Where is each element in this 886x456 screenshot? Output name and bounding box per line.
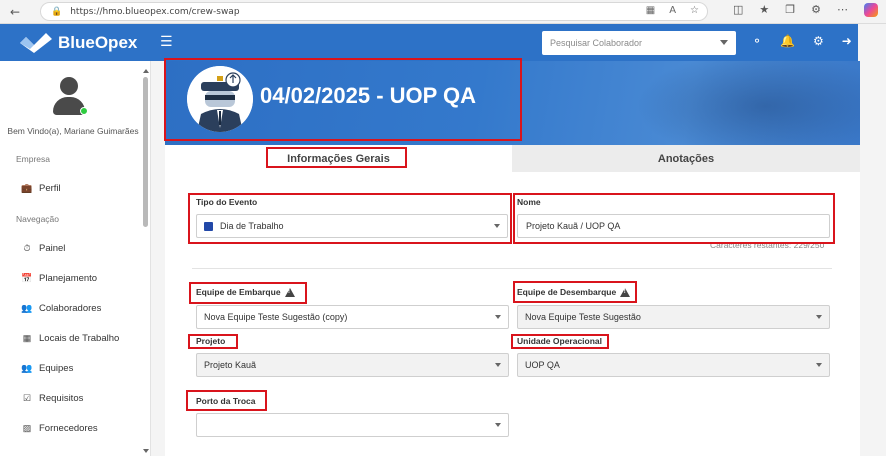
brand-name: BlueOpex	[58, 32, 138, 52]
welcome-text: Bem Vindo(a), Mariane Guimarães	[7, 126, 139, 136]
chevron-down-icon	[816, 315, 822, 319]
menu-toggle-icon[interactable]: ☰	[160, 34, 173, 50]
tab-bar: Informações Gerais Anotações	[165, 145, 860, 172]
tipo-evento-select[interactable]: Dia de Trabalho	[196, 214, 508, 238]
unidade-select[interactable]: UOP QA	[517, 353, 830, 377]
calendar-icon: 📅	[21, 273, 33, 283]
users-icon: 👥	[21, 303, 33, 313]
sidebar-item-requisitos[interactable]: ☑ Requisitos	[22, 393, 83, 404]
tipo-evento-label: Tipo do Evento	[196, 197, 258, 207]
chevron-down-icon	[495, 363, 501, 367]
warning-icon	[620, 287, 631, 297]
equipe-embarque-label: Equipe de Embarque	[196, 287, 295, 297]
copilot-icon[interactable]	[864, 3, 878, 17]
avatar[interactable]	[52, 77, 88, 117]
projeto-value: Projeto Kauã	[204, 360, 257, 370]
team-icon: 👥	[21, 363, 33, 373]
section-company: Empresa	[16, 154, 51, 164]
scroll-thumb[interactable]	[143, 77, 148, 227]
browser-toolbar: ← 🔒 https://hmo.blueopex.com/crew-swap ▦…	[0, 0, 886, 24]
sidebar-item-equipes[interactable]: 👥 Equipes	[21, 363, 74, 374]
projeto-select[interactable]: Projeto Kauã	[196, 353, 509, 377]
section-navigation: Navegação	[16, 214, 60, 224]
search-placeholder: Pesquisar Colaborador	[550, 38, 643, 48]
equipe-embarque-select[interactable]: Nova Equipe Teste Sugestão (copy)	[196, 305, 509, 329]
dashboard-icon: ⏱	[23, 243, 31, 253]
equipe-desembarque-label: Equipe de Desembarque	[517, 287, 631, 297]
warning-icon	[284, 287, 295, 297]
bell-icon[interactable]: 🔔	[780, 34, 795, 48]
tipo-evento-value: Dia de Trabalho	[220, 221, 284, 231]
unidade-label: Unidade Operacional	[517, 336, 603, 346]
read-aloud-icon[interactable]: A	[669, 5, 676, 16]
sidebar-item-label: Requisitos	[39, 393, 84, 404]
nome-input[interactable]: Projeto Kauã / UOP QA	[517, 214, 830, 238]
app-available-icon[interactable]: ▦	[646, 5, 655, 16]
sidebar-scrollbar[interactable]	[143, 69, 149, 453]
projeto-label: Projeto	[196, 336, 226, 346]
chevron-down-icon	[720, 40, 728, 45]
sidebar-item-label: Equipes	[39, 363, 74, 374]
tab-anotacoes[interactable]: Anotações	[512, 145, 860, 172]
page-title: 04/02/2025 - UOP QA	[260, 83, 477, 108]
equipe-embarque-value: Nova Equipe Teste Sugestão (copy)	[204, 312, 348, 322]
extensions-icon[interactable]: ⚙	[811, 3, 821, 17]
unidade-value: UOP QA	[525, 360, 560, 370]
brand-logo[interactable]: BlueOpex	[18, 32, 138, 53]
scroll-down-icon[interactable]	[143, 449, 149, 453]
equipe-desembarque-select[interactable]: Nova Equipe Teste Sugestão	[517, 305, 830, 329]
sidebar-item-label: Fornecedores	[39, 423, 98, 434]
building-icon: ▦	[22, 333, 32, 343]
sidebar-item-label: Planejamento	[39, 273, 98, 284]
sidebar-item-painel[interactable]: ⏱ Painel	[22, 243, 65, 254]
equipe-desembarque-label-text: Equipe de Desembarque	[517, 287, 617, 297]
main-content: 04/02/2025 - UOP QA Informações Gerais A…	[165, 61, 860, 456]
collections-icon[interactable]: ❐	[785, 3, 795, 17]
chevron-down-icon	[816, 363, 822, 367]
truck-icon: ▨	[22, 423, 32, 433]
support-icon[interactable]: ⚬	[752, 34, 762, 48]
logout-icon[interactable]: ➜	[842, 34, 852, 48]
chars-remaining: Caracteres restantes: 229/250	[710, 240, 825, 250]
sidebar-item-label: Colaboradores	[39, 303, 102, 314]
tab-informacoes-gerais[interactable]: Informações Gerais	[165, 145, 512, 172]
sidebar-item-label: Painel	[39, 243, 66, 254]
equipe-embarque-label-text: Equipe de Embarque	[196, 287, 281, 297]
gear-icon[interactable]: ⚙	[813, 34, 824, 48]
briefcase-icon: 💼	[21, 183, 33, 193]
url-text: https://hmo.blueopex.com/crew-swap	[70, 6, 240, 17]
event-banner: 04/02/2025 - UOP QA	[165, 61, 860, 145]
app-header: BlueOpex ☰ Pesquisar Colaborador ⚬ 🔔 ⚙ ➜	[0, 24, 858, 61]
checkbox-icon: ☑	[22, 393, 32, 403]
sidebar-item-colaboradores[interactable]: 👥 Colaboradores	[21, 303, 102, 314]
address-bar[interactable]: 🔒 https://hmo.blueopex.com/crew-swap ▦ A…	[40, 2, 708, 21]
chevron-down-icon	[494, 224, 500, 228]
sidebar-item-label: Perfil	[39, 183, 61, 194]
sidebar-item-planejamento[interactable]: 📅 Planejamento	[21, 273, 98, 284]
more-menu-icon[interactable]: ⋯	[837, 3, 848, 17]
event-color-swatch	[204, 221, 213, 231]
sidebar-item-perfil[interactable]: 💼 Perfil	[21, 183, 61, 194]
porto-label: Porto da Troca	[196, 396, 256, 406]
sidebar-item-locais[interactable]: ▦ Locais de Trabalho	[22, 333, 120, 344]
nome-label: Nome	[517, 197, 541, 207]
chevron-down-icon	[495, 315, 501, 319]
lock-icon: 🔒	[51, 6, 63, 17]
scroll-up-icon[interactable]	[143, 69, 149, 73]
sidebar-item-fornecedores[interactable]: ▨ Fornecedores	[22, 423, 98, 434]
chevron-down-icon	[495, 423, 501, 427]
blueopex-logo-icon	[20, 32, 52, 53]
sidebar: Bem Vindo(a), Mariane Guimarães Empresa …	[0, 61, 151, 456]
back-icon[interactable]: ←	[4, 1, 26, 23]
favorites-icon[interactable]: ★	[759, 3, 769, 17]
porto-select[interactable]	[196, 413, 509, 437]
crew-swap-icon	[187, 66, 253, 132]
collaborator-search[interactable]: Pesquisar Colaborador	[542, 31, 736, 55]
divider	[192, 268, 832, 269]
split-screen-icon[interactable]: ◫	[733, 3, 743, 17]
favorite-star-icon[interactable]: ☆	[690, 5, 699, 16]
equipe-desembarque-value: Nova Equipe Teste Sugestão	[525, 312, 641, 322]
sidebar-item-label: Locais de Trabalho	[39, 333, 120, 344]
online-status-icon	[80, 107, 88, 115]
